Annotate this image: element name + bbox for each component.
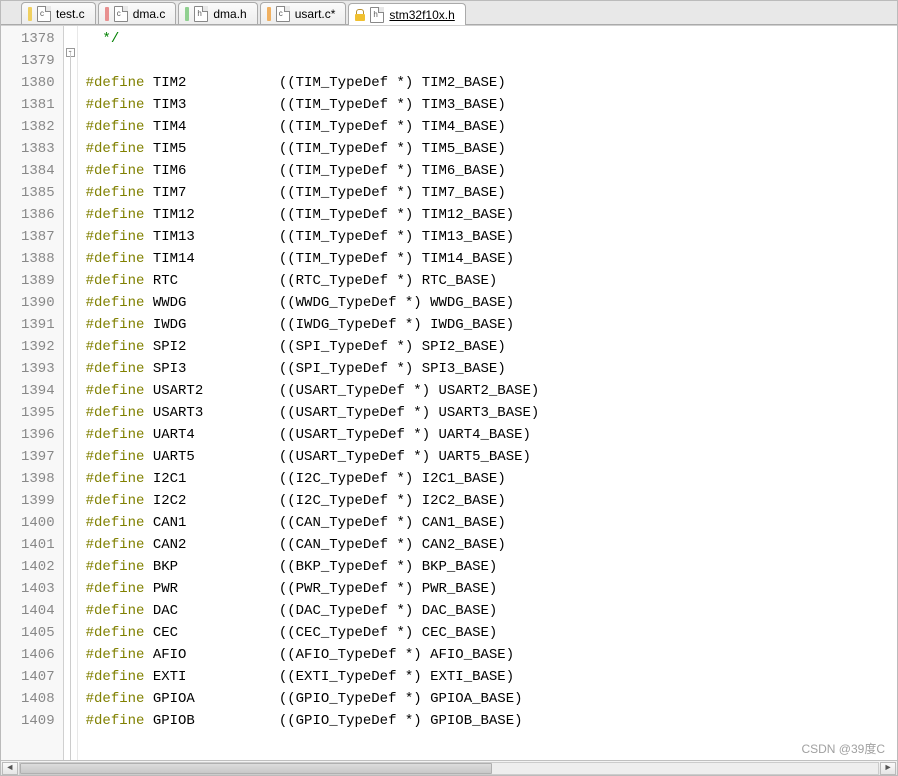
code-line: #define GPIOB ((GPIO_TypeDef *) GPIOB_BA… <box>86 710 897 732</box>
code-line: #define UART5 ((USART_TypeDef *) UART5_B… <box>86 446 897 468</box>
tab-label: dma.h <box>213 7 246 21</box>
code-line: #define SPI3 ((SPI_TypeDef *) SPI3_BASE) <box>86 358 897 380</box>
line-number: 1387 <box>21 226 55 248</box>
line-number: 1380 <box>21 72 55 94</box>
code-line: #define UART4 ((USART_TypeDef *) UART4_B… <box>86 424 897 446</box>
scroll-left-button[interactable]: ◄ <box>2 762 18 775</box>
line-number: 1406 <box>21 644 55 666</box>
code-line: #define BKP ((BKP_TypeDef *) BKP_BASE) <box>86 556 897 578</box>
file-icon <box>276 6 290 22</box>
line-number: 1384 <box>21 160 55 182</box>
line-number: 1404 <box>21 600 55 622</box>
line-number: 1388 <box>21 248 55 270</box>
tab-label: test.c <box>56 7 85 21</box>
fold-strip[interactable]: - <box>64 26 78 760</box>
line-number: 1383 <box>21 138 55 160</box>
tab-accent <box>267 7 271 21</box>
line-number: 1397 <box>21 446 55 468</box>
line-number: 1401 <box>21 534 55 556</box>
code-line: #define USART2 ((USART_TypeDef *) USART2… <box>86 380 897 402</box>
code-line: #define WWDG ((WWDG_TypeDef *) WWDG_BASE… <box>86 292 897 314</box>
line-number: 1407 <box>21 666 55 688</box>
code-line: #define DAC ((DAC_TypeDef *) DAC_BASE) <box>86 600 897 622</box>
code-line: #define TIM12 ((TIM_TypeDef *) TIM12_BAS… <box>86 204 897 226</box>
tab-accent <box>105 7 109 21</box>
tab-dma-h[interactable]: dma.h <box>178 2 257 24</box>
line-number: 1386 <box>21 204 55 226</box>
code-line: #define GPIOA ((GPIO_TypeDef *) GPIOA_BA… <box>86 688 897 710</box>
line-number: 1403 <box>21 578 55 600</box>
code-line: #define EXTI ((EXTI_TypeDef *) EXTI_BASE… <box>86 666 897 688</box>
editor: 1378137913801381138213831384138513861387… <box>1 25 897 760</box>
tab-label: usart.c* <box>295 7 336 21</box>
line-number: 1408 <box>21 688 55 710</box>
scroll-track[interactable] <box>19 762 879 775</box>
line-number: 1398 <box>21 468 55 490</box>
line-number-gutter: 1378137913801381138213831384138513861387… <box>1 26 64 760</box>
line-number: 1382 <box>21 116 55 138</box>
code-line: #define TIM14 ((TIM_TypeDef *) TIM14_BAS… <box>86 248 897 270</box>
file-icon <box>37 6 51 22</box>
code-line: #define TIM7 ((TIM_TypeDef *) TIM7_BASE) <box>86 182 897 204</box>
code-area[interactable]: */ #define TIM2 ((TIM_TypeDef *) TIM2_BA… <box>78 26 897 760</box>
tab-usart-c-[interactable]: usart.c* <box>260 2 347 24</box>
code-line: #define TIM3 ((TIM_TypeDef *) TIM3_BASE) <box>86 94 897 116</box>
line-number: 1396 <box>21 424 55 446</box>
tab-accent <box>28 7 32 21</box>
scroll-right-button[interactable]: ► <box>880 762 896 775</box>
code-line: #define TIM6 ((TIM_TypeDef *) TIM6_BASE) <box>86 160 897 182</box>
line-number: 1385 <box>21 182 55 204</box>
watermark: CSDN @39度C <box>801 740 885 757</box>
line-number: 1389 <box>21 270 55 292</box>
line-number: 1405 <box>21 622 55 644</box>
tab-test-c[interactable]: test.c <box>21 2 96 24</box>
code-line: #define TIM2 ((TIM_TypeDef *) TIM2_BASE) <box>86 72 897 94</box>
code-line: #define TIM13 ((TIM_TypeDef *) TIM13_BAS… <box>86 226 897 248</box>
line-number: 1402 <box>21 556 55 578</box>
code-line: #define RTC ((RTC_TypeDef *) RTC_BASE) <box>86 270 897 292</box>
code-line: #define CAN2 ((CAN_TypeDef *) CAN2_BASE) <box>86 534 897 556</box>
file-icon <box>194 6 208 22</box>
code-line: #define I2C1 ((I2C_TypeDef *) I2C1_BASE) <box>86 468 897 490</box>
line-number: 1390 <box>21 292 55 314</box>
file-icon <box>370 7 384 23</box>
horizontal-scrollbar[interactable]: ◄ ► <box>1 760 897 775</box>
line-number: 1392 <box>21 336 55 358</box>
line-number: 1395 <box>21 402 55 424</box>
code-line: #define SPI2 ((SPI_TypeDef *) SPI2_BASE) <box>86 336 897 358</box>
code-line: #define CEC ((CEC_TypeDef *) CEC_BASE) <box>86 622 897 644</box>
line-number: 1400 <box>21 512 55 534</box>
line-number: 1379 <box>21 50 55 72</box>
code-line: */ <box>86 28 897 50</box>
code-line: #define AFIO ((AFIO_TypeDef *) AFIO_BASE… <box>86 644 897 666</box>
scroll-thumb[interactable] <box>20 763 492 774</box>
tab-stm32f10x-h[interactable]: stm32f10x.h <box>348 3 465 25</box>
code-line: #define USART3 ((USART_TypeDef *) USART3… <box>86 402 897 424</box>
file-icon <box>114 6 128 22</box>
code-line: #define PWR ((PWR_TypeDef *) PWR_BASE) <box>86 578 897 600</box>
tab-label: stm32f10x.h <box>389 8 454 22</box>
tab-accent <box>185 7 189 21</box>
tab-label: dma.c <box>133 7 166 21</box>
code-line: #define IWDG ((IWDG_TypeDef *) IWDG_BASE… <box>86 314 897 336</box>
code-line: #define TIM5 ((TIM_TypeDef *) TIM5_BASE) <box>86 138 897 160</box>
line-number: 1399 <box>21 490 55 512</box>
lock-icon <box>355 9 365 21</box>
line-number: 1394 <box>21 380 55 402</box>
code-line: #define CAN1 ((CAN_TypeDef *) CAN1_BASE) <box>86 512 897 534</box>
code-line: #define TIM4 ((TIM_TypeDef *) TIM4_BASE) <box>86 116 897 138</box>
line-number: 1378 <box>21 28 55 50</box>
code-line: #define I2C2 ((I2C_TypeDef *) I2C2_BASE) <box>86 490 897 512</box>
line-number: 1409 <box>21 710 55 732</box>
tab-dma-c[interactable]: dma.c <box>98 2 177 24</box>
line-number: 1381 <box>21 94 55 116</box>
tab-bar: test.c dma.c dma.h usart.c* stm32f10x.h <box>1 1 897 25</box>
line-number: 1393 <box>21 358 55 380</box>
code-line <box>86 50 897 72</box>
line-number: 1391 <box>21 314 55 336</box>
fold-guideline <box>70 52 71 760</box>
